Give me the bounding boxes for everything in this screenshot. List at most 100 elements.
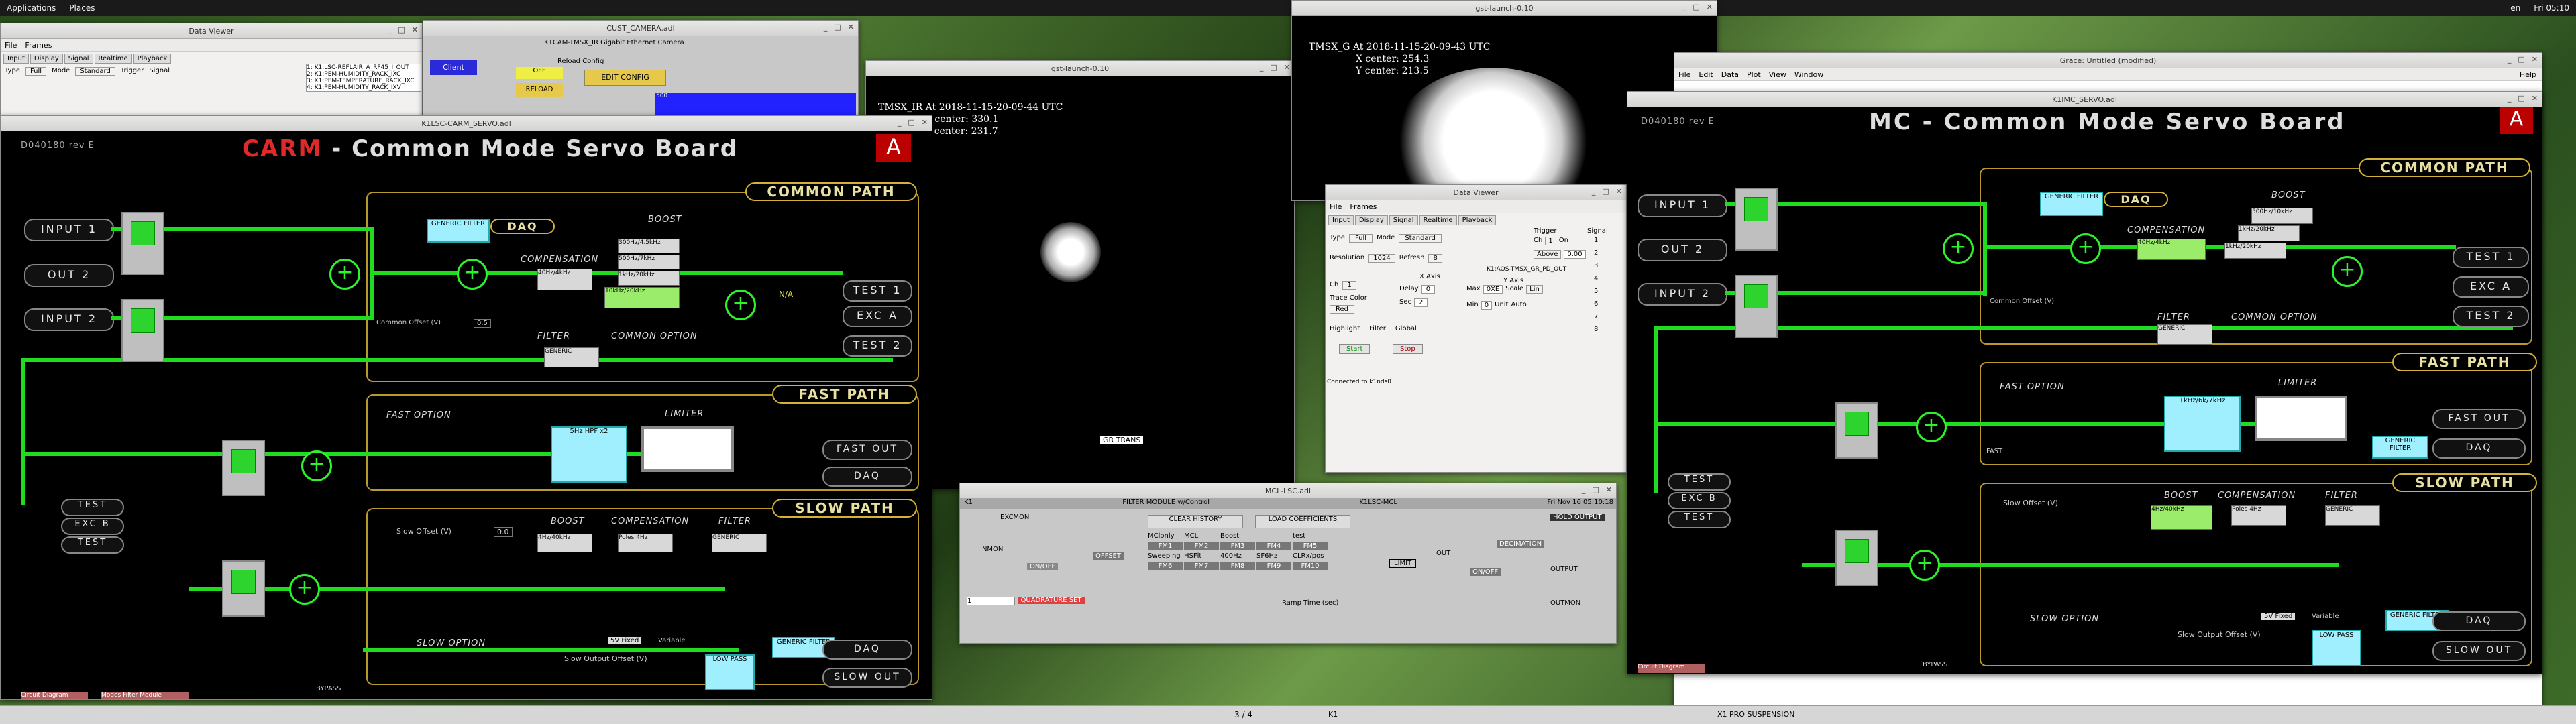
quadrature-set-button[interactable]: QUADRATURE SET <box>1018 597 1085 604</box>
signal-number[interactable]: 8 <box>1594 326 1598 333</box>
fm8-button[interactable]: FM8 <box>1220 562 1255 570</box>
minimize-icon[interactable]: _ <box>388 25 392 34</box>
auto-checkbox[interactable]: Auto <box>1511 301 1526 310</box>
ch-select[interactable]: 1 <box>1545 237 1556 245</box>
close-icon[interactable]: ✕ <box>2532 94 2538 103</box>
test1-port[interactable]: TEST 1 <box>2453 247 2529 268</box>
fast-out-port[interactable]: FAST OUT <box>822 440 912 460</box>
type-select[interactable]: Full <box>1348 234 1373 243</box>
decimation-button[interactable]: DECIMATION <box>1497 540 1545 548</box>
tab-realtime[interactable]: Realtime <box>94 54 132 64</box>
highlight-checkbox[interactable]: Highlight <box>1330 325 1360 333</box>
tab-playback[interactable]: Playback <box>133 54 172 64</box>
close-icon[interactable]: ✕ <box>2532 55 2538 64</box>
menu-frames[interactable]: Frames <box>1350 202 1377 211</box>
test-port-2[interactable]: TEST <box>61 536 124 554</box>
tab-signal[interactable]: Signal <box>64 54 93 64</box>
fm6-button[interactable]: FM6 <box>1148 562 1183 570</box>
signal-number[interactable]: 1 <box>1594 237 1598 244</box>
fast-daq-port[interactable]: DAQ <box>2432 438 2526 459</box>
edit-config-button[interactable]: EDIT CONFIG <box>584 70 666 86</box>
on-checkbox[interactable]: On <box>1559 237 1568 245</box>
client-button[interactable]: Client <box>430 60 477 75</box>
language-indicator[interactable]: en <box>2504 3 2527 13</box>
trigger-value[interactable]: 0.00 <box>1564 250 1586 259</box>
signal-number[interactable]: 3 <box>1594 262 1598 269</box>
sec-input[interactable]: 2 <box>1414 298 1428 307</box>
low-pass-filter[interactable]: LOW PASS <box>2312 630 2361 666</box>
slow-daq-port[interactable]: DAQ <box>2432 611 2526 631</box>
slow-boost-filter[interactable]: 4Hz/40kHz <box>2151 505 2212 530</box>
list-item[interactable]: 1: K1:LSC-REFLAIR_A_RF45_I_OUT <box>307 64 421 71</box>
max-input[interactable]: 0XE <box>1483 285 1503 294</box>
tab-playback[interactable]: Playback <box>1458 215 1497 225</box>
slow-offset-value[interactable]: 0.0 <box>494 527 513 537</box>
input2-port[interactable]: INPUT 2 <box>1638 283 1727 306</box>
slow-gain-block[interactable] <box>1835 530 1878 586</box>
fast-filter[interactable]: 1kHz/6k/7kHz <box>2164 396 2241 452</box>
signal-number[interactable]: 7 <box>1594 313 1598 320</box>
close-icon[interactable]: ✕ <box>1284 63 1290 72</box>
start-button[interactable]: Start <box>1339 344 1371 354</box>
load-coefficients-button[interactable]: LOAD COEFFICIENTS <box>1255 515 1350 528</box>
clear-history-button[interactable]: CLEAR HISTORY <box>1148 515 1243 528</box>
signal-number[interactable]: 5 <box>1594 288 1598 295</box>
test-port-1[interactable]: TEST <box>61 499 124 516</box>
test-port-2[interactable]: TEST <box>1668 511 1731 528</box>
fm10-button[interactable]: FM10 <box>1293 562 1328 570</box>
fast-generic-filter-button[interactable]: GENERIC FILTER <box>2372 436 2428 459</box>
slow-generic-filter[interactable]: GENERIC <box>2325 505 2380 526</box>
maximize-icon[interactable]: □ <box>398 25 405 34</box>
minimize-icon[interactable]: _ <box>824 23 828 32</box>
fm7-button[interactable]: FM7 <box>1184 562 1219 570</box>
boost-filter-4[interactable]: 10kHz/20kHz <box>604 287 680 308</box>
exc-b-port[interactable]: EXC B <box>1668 492 1731 509</box>
compensation-filter[interactable]: 40Hz/4kHz <box>537 269 592 290</box>
limit-button[interactable]: LIMIT <box>1389 559 1417 568</box>
menu-edit[interactable]: Edit <box>1699 70 1713 79</box>
boost-filter-2[interactable]: 500Hz/7kHz <box>618 255 680 269</box>
stop-button[interactable]: Stop <box>1393 344 1423 354</box>
exc-a-port[interactable]: EXC A <box>2453 276 2529 298</box>
generic-filter[interactable]: GENERIC <box>544 347 599 367</box>
circuit-diagram-button[interactable]: Circuit Diagram <box>21 692 88 699</box>
minimize-icon[interactable]: _ <box>1592 187 1596 196</box>
reload-button[interactable]: RELOAD <box>516 83 563 97</box>
hold-output-button[interactable]: HOLD OUTPUT <box>1550 514 1605 521</box>
close-icon[interactable]: ✕ <box>848 23 854 32</box>
out-on-off-button[interactable]: ON/OFF <box>1470 568 1501 576</box>
boost-filter-2[interactable]: 1kHz/20kHz <box>2238 225 2300 241</box>
minimize-icon[interactable]: _ <box>1582 485 1586 494</box>
boost-filter-3[interactable]: 1kHz/20kHz <box>618 271 680 286</box>
slow-boost-filter[interactable]: 4Hz/40kHz <box>537 534 592 552</box>
test-port-1[interactable]: TEST <box>1668 473 1731 491</box>
fm3-button[interactable]: FM3 <box>1220 542 1255 550</box>
applications-menu[interactable]: Applications <box>0 3 62 13</box>
circuit-diagram-button[interactable]: Circuit Diagram <box>1638 664 1705 673</box>
list-item[interactable]: 3: K1:PEM-TEMPERATURE_RACK_IXC <box>307 78 421 84</box>
out2-port[interactable]: OUT 2 <box>1638 239 1727 261</box>
input1-gain-block[interactable] <box>121 212 164 275</box>
places-menu[interactable]: Places <box>62 3 101 13</box>
list-item[interactable]: 4: K1:PEM-HUMIDITY_RACK_IXV <box>307 84 421 91</box>
input1-gain-block[interactable] <box>1735 188 1778 251</box>
channel-list[interactable]: 1: K1:LSC-REFLAIR_A_RF45_I_OUT 2: K1:PEM… <box>306 64 421 92</box>
input2-gain-block[interactable] <box>121 299 164 362</box>
test2-port[interactable]: TEST 2 <box>2453 306 2529 327</box>
menu-file[interactable]: File <box>1678 70 1690 79</box>
boost-filter-1[interactable]: 500Hz/10kHz <box>2251 208 2313 224</box>
signal-number[interactable]: 6 <box>1594 300 1598 308</box>
slow-out-port[interactable]: SLOW OUT <box>822 668 912 688</box>
tab-display[interactable]: Display <box>30 54 63 64</box>
signal-number[interactable]: 4 <box>1594 275 1598 282</box>
exc-b-port[interactable]: EXC B <box>61 518 124 535</box>
boost-filter-3[interactable]: 1kHz/20kHz <box>2224 243 2286 259</box>
fm5-button[interactable]: FM5 <box>1293 542 1328 550</box>
fm4-button[interactable]: FM4 <box>1256 542 1291 550</box>
resolution-select[interactable]: 1024 <box>1368 254 1395 263</box>
fm9-button[interactable]: FM9 <box>1256 562 1291 570</box>
slow-generic-filter[interactable]: GENERIC <box>712 534 767 552</box>
input2-gain-block[interactable] <box>1735 275 1778 338</box>
min-input[interactable]: 0 <box>1481 301 1493 310</box>
slow-comp-filter[interactable]: Poles 4Hz <box>618 534 673 552</box>
